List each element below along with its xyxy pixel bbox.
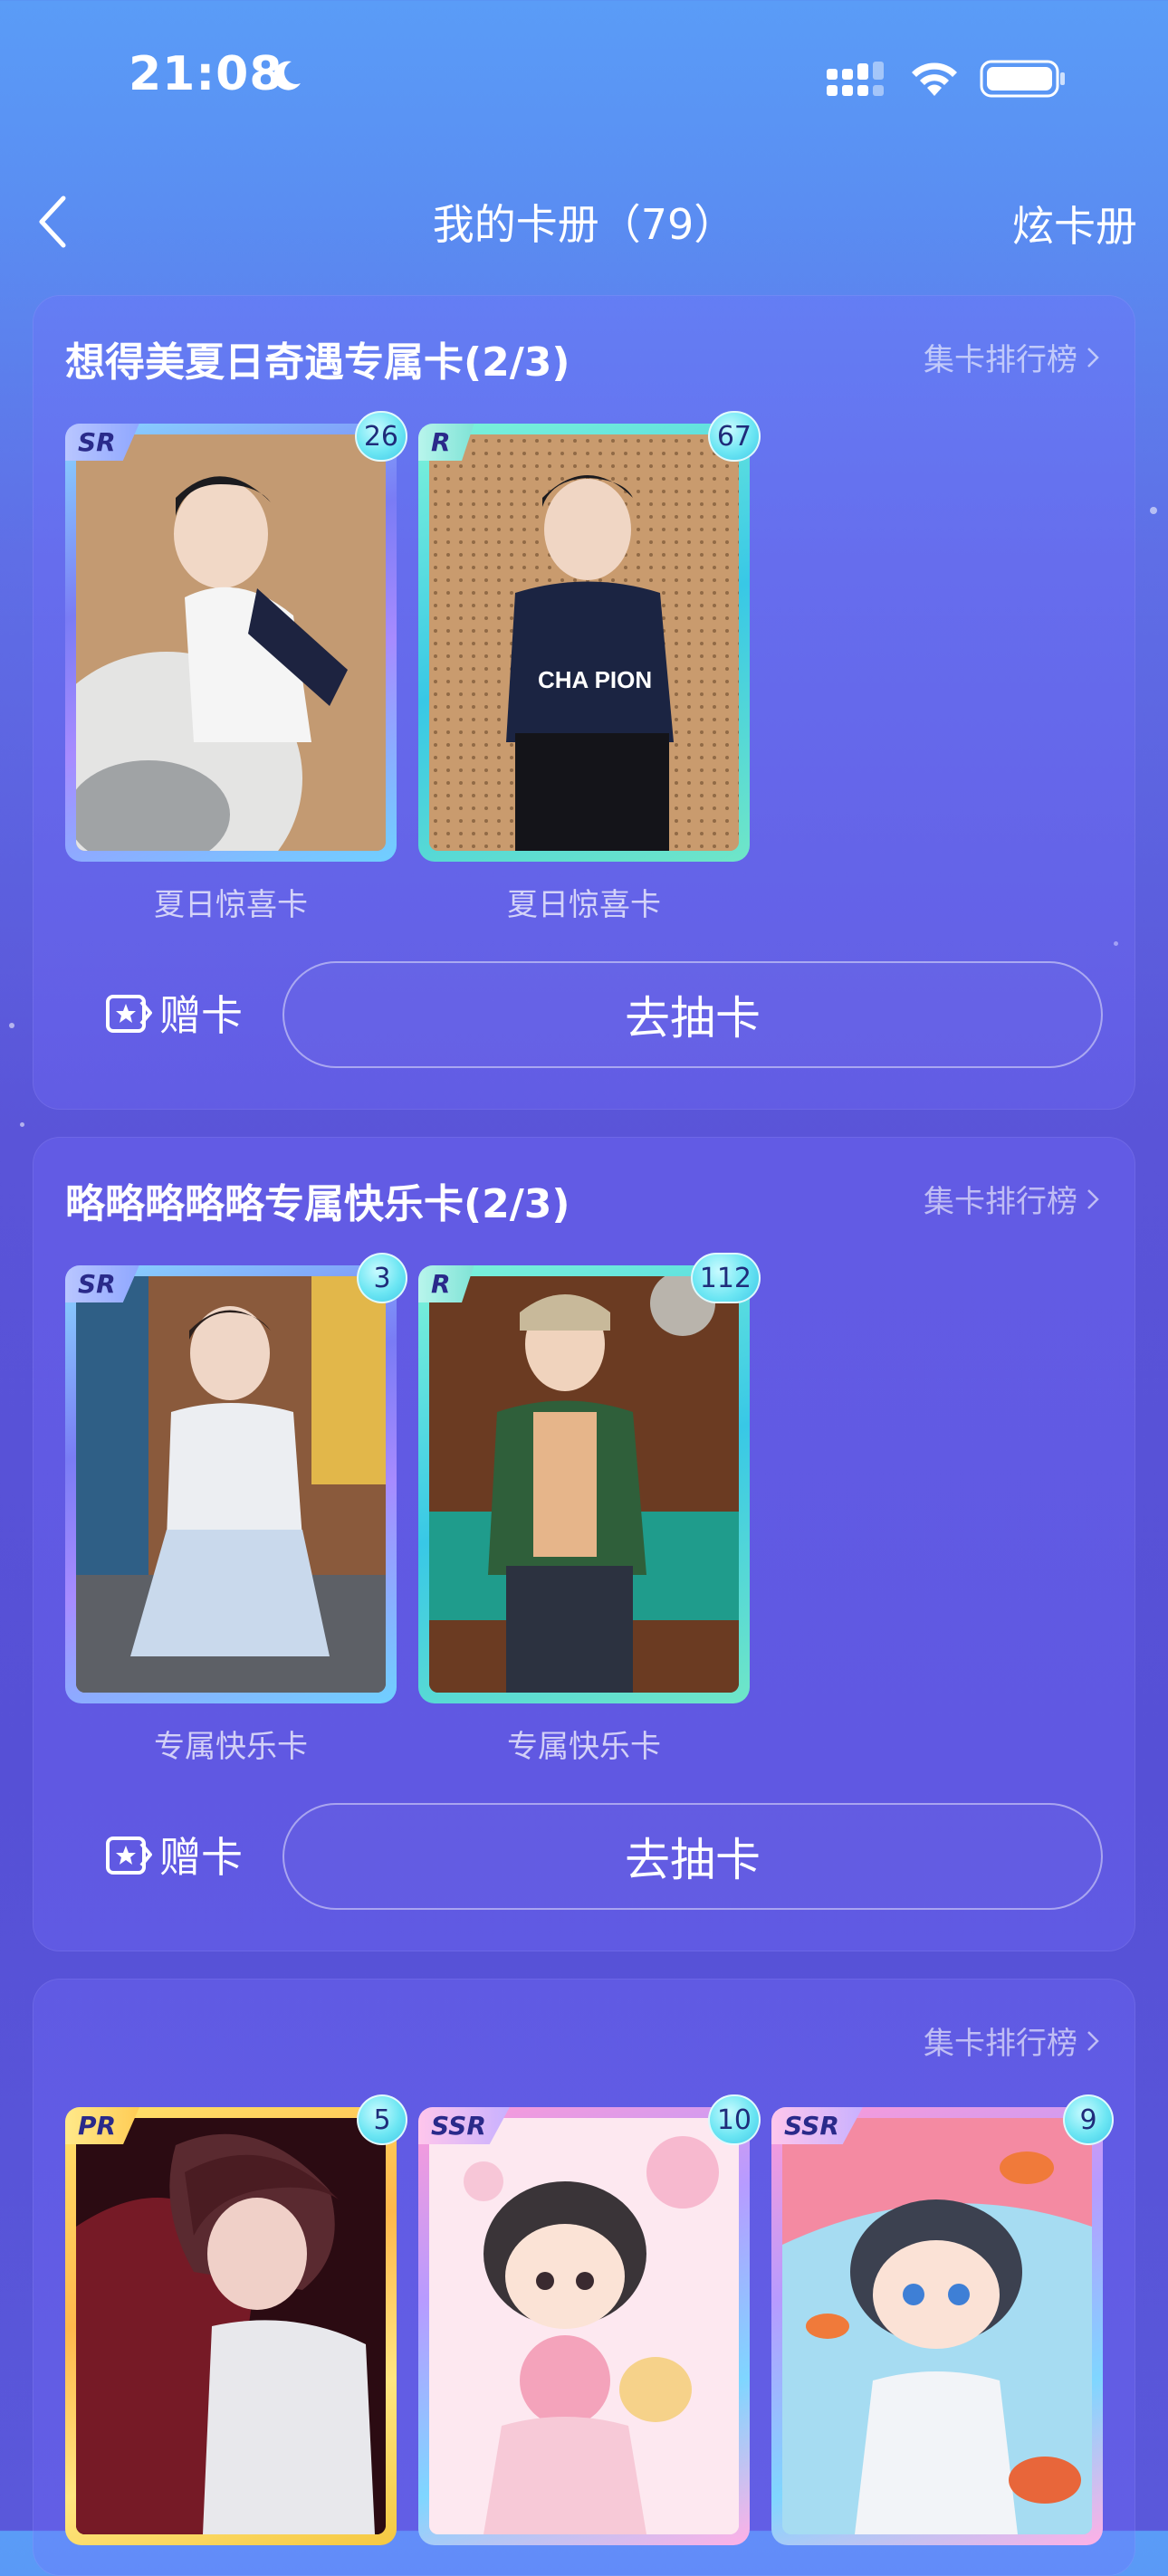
card-name: 专属快乐卡 [507,1729,661,1765]
ranking-label: 集卡排行榜 [924,1184,1077,1220]
collected-card[interactable]: R 112 [418,1253,761,1703]
ranking-link[interactable]: 集卡排行榜 [924,1177,1099,1221]
card-count-badge: 26 [354,411,407,462]
gift-card-icon [106,995,152,1033]
card-set-section: 略略略略略专属快乐卡(2/3) 集卡排行榜 SR 3 专属快乐卡 R 112 专… [33,1137,1135,1951]
card-set-section: 集卡排行榜 PR 5 SSR 10 SSR 9 [33,1979,1135,2576]
card-count-badge: 10 [707,2094,761,2145]
card-photo [76,1276,386,1693]
ranking-label: 集卡排行榜 [924,342,1077,378]
nav-bar: 我的卡册（79） 炫卡册 [0,163,1168,272]
gift-card-button[interactable]: 赠卡 [105,983,243,1043]
moon-icon [273,61,301,91]
ranking-link[interactable]: 集卡排行榜 [924,335,1099,379]
wifi-icon [912,62,957,96]
status-time: 21:08 [129,47,283,101]
status-bar: 21:08 [0,0,1168,154]
chevron-right-icon [1087,1188,1099,1209]
card-photo [76,2118,386,2534]
card-name: 专属快乐卡 [154,1729,308,1765]
gift-card-button[interactable]: 赠卡 [105,1825,243,1884]
collected-card[interactable]: SSR 9 [771,2094,1114,2545]
gift-card-icon [106,1837,152,1875]
collected-card[interactable]: PR 5 [65,2094,407,2545]
card-name: 夏日惊喜卡 [507,887,661,923]
show-album-button[interactable]: 炫卡册 [1012,194,1137,253]
card-photo [429,1276,739,1693]
chibi-illustration [782,2118,1092,2534]
ranking-link[interactable]: 集卡排行榜 [924,2018,1099,2063]
gift-card-label: 赠卡 [159,991,243,1040]
card-photo: CHA PION [429,434,739,851]
sparkle-decoration [1150,507,1157,514]
collected-card[interactable]: CHA PION R 67 [418,411,761,862]
battery-icon [980,60,1065,98]
gift-card-label: 赠卡 [159,1833,243,1882]
portrait-illustration: CHA PION [429,434,739,851]
card-count-badge: 112 [690,1253,761,1303]
card-set-section: 想得美夏日奇遇专属卡(2/3) 集卡排行榜 SR 26 夏日惊喜卡 CHA PI… [33,295,1135,1110]
portrait-illustration [76,2118,386,2534]
collected-card[interactable]: SR 26 [65,411,407,862]
card-photo [76,434,386,851]
card-count-badge: 3 [357,1253,407,1303]
card-count-badge: 67 [707,411,761,462]
card-count-badge: 5 [357,2094,407,2145]
card-photo [782,2118,1092,2534]
chevron-right-icon [1087,2030,1099,2051]
sparkle-decoration [9,1023,14,1028]
draw-card-button[interactable]: 去抽卡 [282,961,1103,1068]
card-name: 夏日惊喜卡 [154,887,308,923]
draw-card-button[interactable]: 去抽卡 [282,1803,1103,1910]
portrait-illustration [76,1276,386,1693]
card-set-title: 想得美夏日奇遇专属卡(2/3) [65,339,570,386]
collected-card[interactable]: SR 3 [65,1253,407,1703]
collected-card[interactable]: SSR 10 [418,2094,761,2545]
portrait-illustration [76,434,386,851]
card-photo [429,2118,739,2534]
chibi-illustration [429,2118,739,2534]
card-count-badge: 9 [1063,2094,1114,2145]
portrait-illustration [429,1276,739,1693]
ranking-label: 集卡排行榜 [924,2026,1077,2062]
svg-text:CHA PION: CHA PION [538,666,652,693]
page-title: 我的卡册（79） [432,200,736,249]
card-set-title: 略略略略略专属快乐卡(2/3) [65,1181,570,1227]
chevron-right-icon [1087,347,1099,367]
sparkle-decoration [20,1122,24,1127]
signal-icon [827,62,884,96]
